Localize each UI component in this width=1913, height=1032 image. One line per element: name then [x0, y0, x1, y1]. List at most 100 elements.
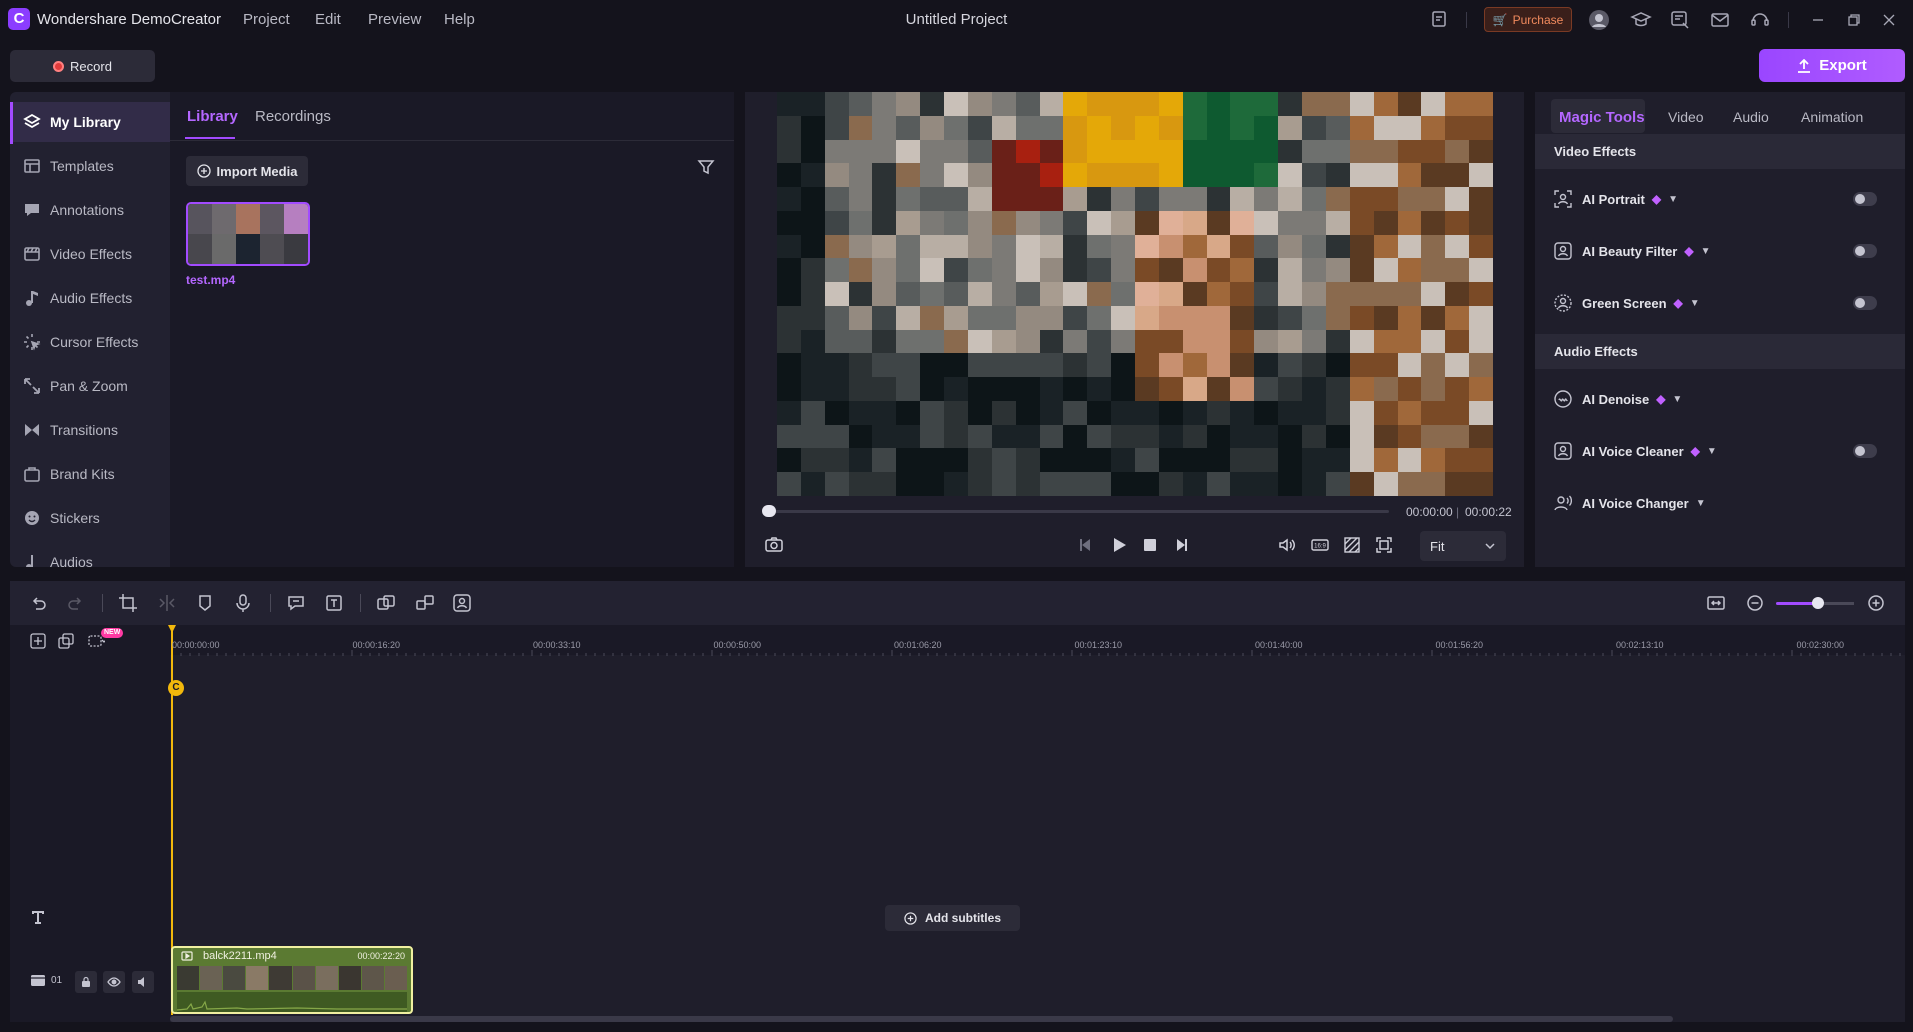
zoom-in-icon[interactable]	[1866, 593, 1886, 613]
support-icon[interactable]	[1749, 9, 1771, 31]
tool-ai-portrait[interactable]: AI Portrait ◆ ▼	[1535, 180, 1905, 218]
restore-icon[interactable]	[1843, 9, 1865, 31]
preview-pixel	[944, 92, 968, 116]
nav-cursor-effects[interactable]: Cursor Effects	[10, 322, 170, 362]
duplicate-track-icon[interactable]	[57, 632, 75, 650]
menu-project[interactable]: Project	[243, 11, 290, 28]
tool-ai-voice-cleaner[interactable]: AI Voice Cleaner ◆ ▼	[1535, 432, 1905, 470]
group-icon[interactable]	[376, 593, 396, 613]
tool-green-screen[interactable]: Green Screen ◆ ▼	[1535, 284, 1905, 322]
close-icon[interactable]	[1878, 9, 1900, 31]
crop-icon[interactable]	[118, 593, 138, 613]
undo-icon[interactable]	[28, 593, 48, 613]
video-preview[interactable]	[777, 92, 1493, 496]
record-button[interactable]: Record	[10, 50, 155, 82]
nav-brand-kits[interactable]: Brand Kits	[10, 454, 170, 494]
preview-pixel	[1135, 234, 1159, 259]
nav-templates[interactable]: Templates	[10, 146, 170, 186]
preview-pixel	[1158, 472, 1183, 496]
video-clip[interactable]: balck2211.mp4 00:00:22:20	[171, 946, 413, 1014]
timeline-marker[interactable]: C	[168, 680, 184, 696]
nav-transitions[interactable]: Transitions	[10, 410, 170, 450]
caret-down-icon[interactable]: ▼	[1696, 498, 1706, 509]
caption-icon[interactable]	[286, 593, 306, 613]
next-frame-icon[interactable]	[1171, 535, 1191, 555]
menu-help[interactable]: Help	[444, 11, 475, 28]
add-track-icon[interactable]	[29, 632, 47, 650]
ai-portrait-toggle[interactable]	[1853, 192, 1877, 206]
filter-icon[interactable]	[697, 158, 717, 178]
menu-preview[interactable]: Preview	[368, 11, 421, 28]
notes-icon[interactable]	[1429, 9, 1451, 31]
caret-down-icon[interactable]: ▼	[1707, 446, 1717, 457]
eye-icon[interactable]	[103, 971, 125, 993]
caret-down-icon[interactable]: ▼	[1690, 298, 1700, 309]
tab-library[interactable]: Library	[187, 108, 238, 125]
nav-pan-zoom[interactable]: Pan & Zoom	[10, 366, 170, 406]
lock-icon[interactable]	[75, 971, 97, 993]
caret-down-icon[interactable]: ▼	[1668, 194, 1678, 205]
microphone-icon[interactable]	[233, 593, 253, 613]
timeline-body[interactable]	[170, 625, 1905, 1022]
feedback-icon[interactable]	[1669, 9, 1691, 31]
fit-timeline-icon[interactable]	[1706, 593, 1726, 613]
mark-icon[interactable]	[195, 593, 215, 613]
text-box-icon[interactable]	[324, 593, 344, 613]
zoom-slider-knob[interactable]	[1812, 597, 1824, 609]
tool-ai-voice-changer[interactable]: AI Voice Changer ▼	[1535, 484, 1905, 522]
progress-track[interactable]	[762, 510, 1389, 513]
nav-video-effects[interactable]: Video Effects	[10, 234, 170, 274]
face-detect-icon[interactable]	[452, 593, 472, 613]
speaker-icon[interactable]	[132, 971, 154, 993]
tab-animation[interactable]: Animation	[1801, 109, 1863, 125]
tab-video[interactable]: Video	[1668, 109, 1704, 125]
nav-label: Templates	[50, 158, 114, 174]
tab-audio[interactable]: Audio	[1733, 109, 1769, 125]
preview-pixel	[896, 448, 921, 473]
tool-ai-beauty-filter[interactable]: AI Beauty Filter ◆ ▼	[1535, 232, 1905, 270]
zoom-fit-select[interactable]: Fit	[1420, 531, 1506, 561]
minimize-icon[interactable]	[1807, 9, 1829, 31]
export-button[interactable]: Export	[1759, 49, 1905, 82]
green-screen-toggle[interactable]	[1853, 296, 1877, 310]
purchase-button[interactable]: 🛒 Purchase	[1484, 7, 1572, 32]
volume-icon[interactable]	[1277, 535, 1297, 555]
preview-pixel	[1278, 400, 1303, 425]
panel-splitter[interactable]	[0, 567, 1913, 581]
nav-audios[interactable]: Audios	[10, 542, 170, 567]
mail-icon[interactable]	[1709, 9, 1731, 31]
tab-magic-tools[interactable]: Magic Tools	[1559, 109, 1645, 126]
prev-frame-icon[interactable]	[1076, 535, 1096, 555]
ai-beauty-filter-toggle[interactable]	[1853, 244, 1877, 258]
zoom-out-icon[interactable]	[1745, 593, 1765, 613]
nav-stickers[interactable]: Stickers	[10, 498, 170, 538]
caret-down-icon[interactable]: ▼	[1672, 394, 1682, 405]
preview-pixel	[824, 282, 849, 306]
timeline-scrollbar[interactable]	[170, 1016, 1673, 1022]
tab-recordings[interactable]: Recordings	[255, 108, 331, 125]
zoom-slider-track[interactable]	[1820, 602, 1854, 605]
split-icon[interactable]	[157, 593, 177, 613]
stop-icon[interactable]	[1140, 535, 1160, 555]
nav-annotations[interactable]: Annotations	[10, 190, 170, 230]
progress-knob[interactable]	[762, 505, 776, 517]
play-icon[interactable]	[1109, 535, 1129, 555]
menu-edit[interactable]: Edit	[315, 11, 341, 28]
media-thumbnail[interactable]	[186, 202, 310, 266]
nav-audio-effects[interactable]: Audio Effects	[10, 278, 170, 318]
aspect-ratio-icon[interactable]: 16:9	[1310, 535, 1330, 555]
nav-my-library[interactable]: My Library	[10, 102, 170, 142]
snapshot-icon[interactable]	[764, 535, 784, 555]
redo-icon[interactable]	[66, 593, 86, 613]
caret-down-icon[interactable]: ▼	[1701, 246, 1711, 257]
ungroup-icon[interactable]	[415, 593, 435, 613]
text-track-icon[interactable]	[29, 908, 47, 926]
tutorial-icon[interactable]	[1630, 9, 1652, 31]
ai-voice-cleaner-toggle[interactable]	[1853, 444, 1877, 458]
tool-ai-denoise[interactable]: AI Denoise ◆ ▼	[1535, 380, 1905, 418]
safe-zone-icon[interactable]	[1342, 535, 1362, 555]
add-subtitles-button[interactable]: Add subtitles	[885, 905, 1020, 931]
account-icon[interactable]	[1588, 9, 1610, 31]
import-media-button[interactable]: Import Media	[186, 156, 308, 186]
fullscreen-icon[interactable]	[1374, 535, 1394, 555]
